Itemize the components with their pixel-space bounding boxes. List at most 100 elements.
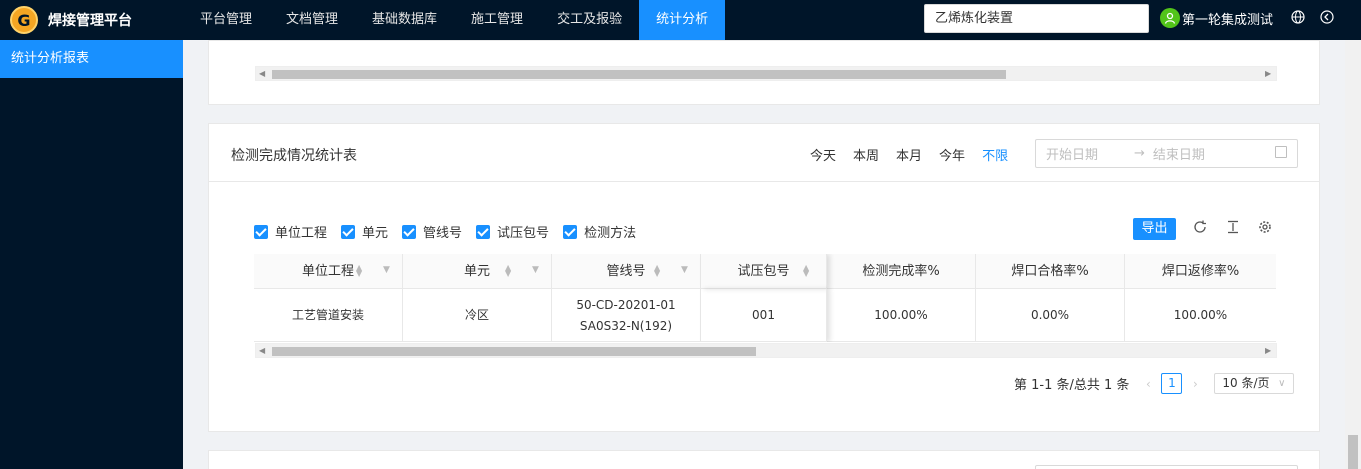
nav-item-statistics[interactable]: 统计分析: [639, 0, 726, 40]
checkbox-checked-icon[interactable]: [476, 224, 491, 239]
column-title: 焊口合格率%: [1011, 264, 1089, 279]
filter-label: 试压包号: [497, 226, 550, 241]
previous-table-scrollbar-thumb[interactable]: [272, 70, 1006, 79]
filter-label: 单位工程: [275, 226, 328, 241]
previous-table-scrollbar[interactable]: ◀ ▶: [255, 66, 1277, 81]
checkbox-checked-icon[interactable]: [341, 224, 356, 239]
main-nav: 平台管理 文档管理 基础数据库 施工管理 交工及报验 统计分析: [183, 0, 726, 40]
scroll-left-icon[interactable]: ◀: [259, 69, 267, 79]
pagination: 第 1-1 条/总共 1 条 ‹ 1 › 10 条/页 ∨: [1014, 373, 1295, 394]
scroll-right-icon[interactable]: ▶: [1265, 346, 1273, 356]
table-scrollbar-thumb[interactable]: [272, 347, 756, 356]
column-header[interactable]: 焊口合格率%: [976, 254, 1125, 289]
globe-icon[interactable]: [1290, 10, 1306, 26]
nav-item-construction[interactable]: 施工管理: [454, 0, 540, 40]
column-header[interactable]: 管线号 ▲ ▼ ▼: [552, 254, 701, 289]
filter-unit-project[interactable]: 单位工程: [254, 222, 327, 241]
column-title: 单元: [463, 264, 490, 279]
refresh-icon[interactable]: [1192, 220, 1208, 236]
table-cell: 100.00%: [827, 289, 976, 342]
column-filters: 单位工程 单元 管线号 试压包号 检测方法: [254, 222, 650, 241]
user-name: 第一轮集成测试: [1182, 12, 1274, 28]
sidebar-item-statistics-report[interactable]: 统计分析报表: [0, 40, 183, 78]
project-select[interactable]: 乙烯炼化装置: [924, 4, 1149, 33]
app-title: 焊接管理平台: [48, 13, 132, 29]
range-this-month[interactable]: 本月: [896, 145, 922, 164]
filter-icon[interactable]: ▼: [382, 266, 391, 275]
filter-icon[interactable]: ▼: [531, 266, 540, 275]
range-today[interactable]: 今天: [810, 145, 836, 164]
calendar-icon: [1275, 146, 1287, 158]
range-this-year[interactable]: 今年: [939, 145, 965, 164]
scroll-right-icon[interactable]: ▶: [1265, 69, 1273, 79]
sort-icon[interactable]: ▲ ▼: [654, 264, 660, 278]
column-title: 检测完成率%: [862, 264, 940, 279]
page-scrollbar[interactable]: [1345, 40, 1361, 469]
arrow-right-icon: →: [1134, 146, 1145, 161]
settings-icon[interactable]: [1257, 220, 1273, 236]
pagination-summary: 第 1-1 条/总共 1 条: [1014, 378, 1130, 393]
next-date-range-picker[interactable]: [1035, 465, 1298, 469]
column-height-icon[interactable]: [1225, 220, 1241, 236]
inspection-completion-card: 检测完成情况统计表 今天 本周 本月 今年 不限 开始日期 → 结束日期 单位工…: [208, 123, 1320, 432]
next-page-icon[interactable]: ›: [1186, 377, 1204, 391]
inspection-table: 单位工程 ▲ ▼ ▼ 单元 ▲ ▼ ▼ 管线号 ▲ ▼ ▼ 试压包号 ▲ ▼ 检测完成率% 焊口合格率…: [254, 254, 1276, 342]
column-header[interactable]: 焊口返修率%: [1125, 254, 1276, 289]
filter-test-package-no[interactable]: 试压包号: [476, 222, 549, 241]
nav-item-database[interactable]: 基础数据库: [355, 0, 454, 40]
page-size-value: 10 条/页: [1222, 376, 1270, 390]
logout-icon[interactable]: [1319, 10, 1335, 26]
table-cell: 冷区: [403, 289, 552, 342]
filter-label: 管线号: [423, 226, 463, 241]
export-button[interactable]: 导出: [1133, 218, 1176, 240]
sort-icon[interactable]: ▲ ▼: [803, 264, 809, 278]
column-title: 单位工程: [301, 264, 354, 279]
table-header: 单位工程 ▲ ▼ ▼ 单元 ▲ ▼ ▼ 管线号 ▲ ▼ ▼ 试压包号 ▲ ▼ 检测完成率% 焊口合格率…: [254, 254, 1276, 289]
app-logo[interactable]: G 焊接管理平台: [0, 0, 183, 40]
date-range-tabs: 今天 本周 本月 今年 不限: [810, 145, 1025, 164]
table-cell: 工艺管道安装: [254, 289, 403, 342]
nav-item-platform[interactable]: 平台管理: [183, 0, 269, 40]
nav-item-handover[interactable]: 交工及报验: [540, 0, 639, 40]
table-scrollbar[interactable]: ◀ ▶: [255, 343, 1277, 358]
column-header[interactable]: 单元 ▲ ▼ ▼: [403, 254, 552, 289]
top-bar: G 焊接管理平台 平台管理 文档管理 基础数据库 施工管理 交工及报验 统计分析…: [0, 0, 1361, 40]
filter-unit[interactable]: 单元: [341, 222, 388, 241]
prev-page-icon[interactable]: ‹: [1139, 377, 1157, 391]
end-date-field[interactable]: 结束日期: [1153, 144, 1205, 163]
page-number[interactable]: 1: [1161, 373, 1183, 394]
column-title: 管线号: [606, 264, 646, 279]
chevron-down-icon: ∨: [1278, 378, 1286, 389]
filter-inspection-method[interactable]: 检测方法: [563, 222, 636, 241]
filter-icon[interactable]: ▼: [680, 266, 689, 275]
page-scrollbar-thumb[interactable]: [1348, 435, 1358, 469]
table-cell: 50-CD-20201-01SA0S32-N(192): [552, 289, 701, 342]
logo-icon: G: [10, 6, 38, 34]
sort-icon[interactable]: ▲ ▼: [505, 264, 511, 278]
user-menu[interactable]: 第一轮集成测试: [1160, 8, 1273, 28]
column-header[interactable]: 检测完成率%: [827, 254, 976, 289]
filter-label: 单元: [362, 226, 389, 241]
filter-label: 检测方法: [584, 226, 637, 241]
range-unlimited[interactable]: 不限: [982, 145, 1008, 164]
user-icon: [1164, 12, 1176, 24]
column-header[interactable]: 单位工程 ▲ ▼ ▼: [254, 254, 403, 289]
column-header[interactable]: 试压包号 ▲ ▼: [701, 254, 827, 289]
page-size-select[interactable]: 10 条/页 ∨: [1214, 373, 1295, 394]
start-date-field[interactable]: 开始日期: [1046, 144, 1098, 163]
checkbox-checked-icon[interactable]: [254, 224, 268, 239]
column-title: 试压包号: [737, 264, 790, 279]
next-report-card: [208, 450, 1320, 469]
table-cell: 001: [701, 289, 827, 342]
scroll-left-icon[interactable]: ◀: [259, 346, 267, 356]
filter-pipeline-no[interactable]: 管线号: [402, 222, 462, 241]
nav-item-documents[interactable]: 文档管理: [269, 0, 355, 40]
sidebar: 统计分析报表: [0, 40, 183, 469]
date-range-picker[interactable]: 开始日期 → 结束日期: [1035, 139, 1298, 168]
range-this-week[interactable]: 本周: [853, 145, 879, 164]
previous-report-card: ◀ ▶: [208, 40, 1320, 105]
checkbox-checked-icon[interactable]: [563, 224, 578, 239]
checkbox-checked-icon[interactable]: [402, 224, 417, 239]
sort-icon[interactable]: ▲ ▼: [356, 264, 362, 278]
table-row[interactable]: 工艺管道安装 冷区 50-CD-20201-01SA0S32-N(192) 00…: [254, 289, 1276, 342]
